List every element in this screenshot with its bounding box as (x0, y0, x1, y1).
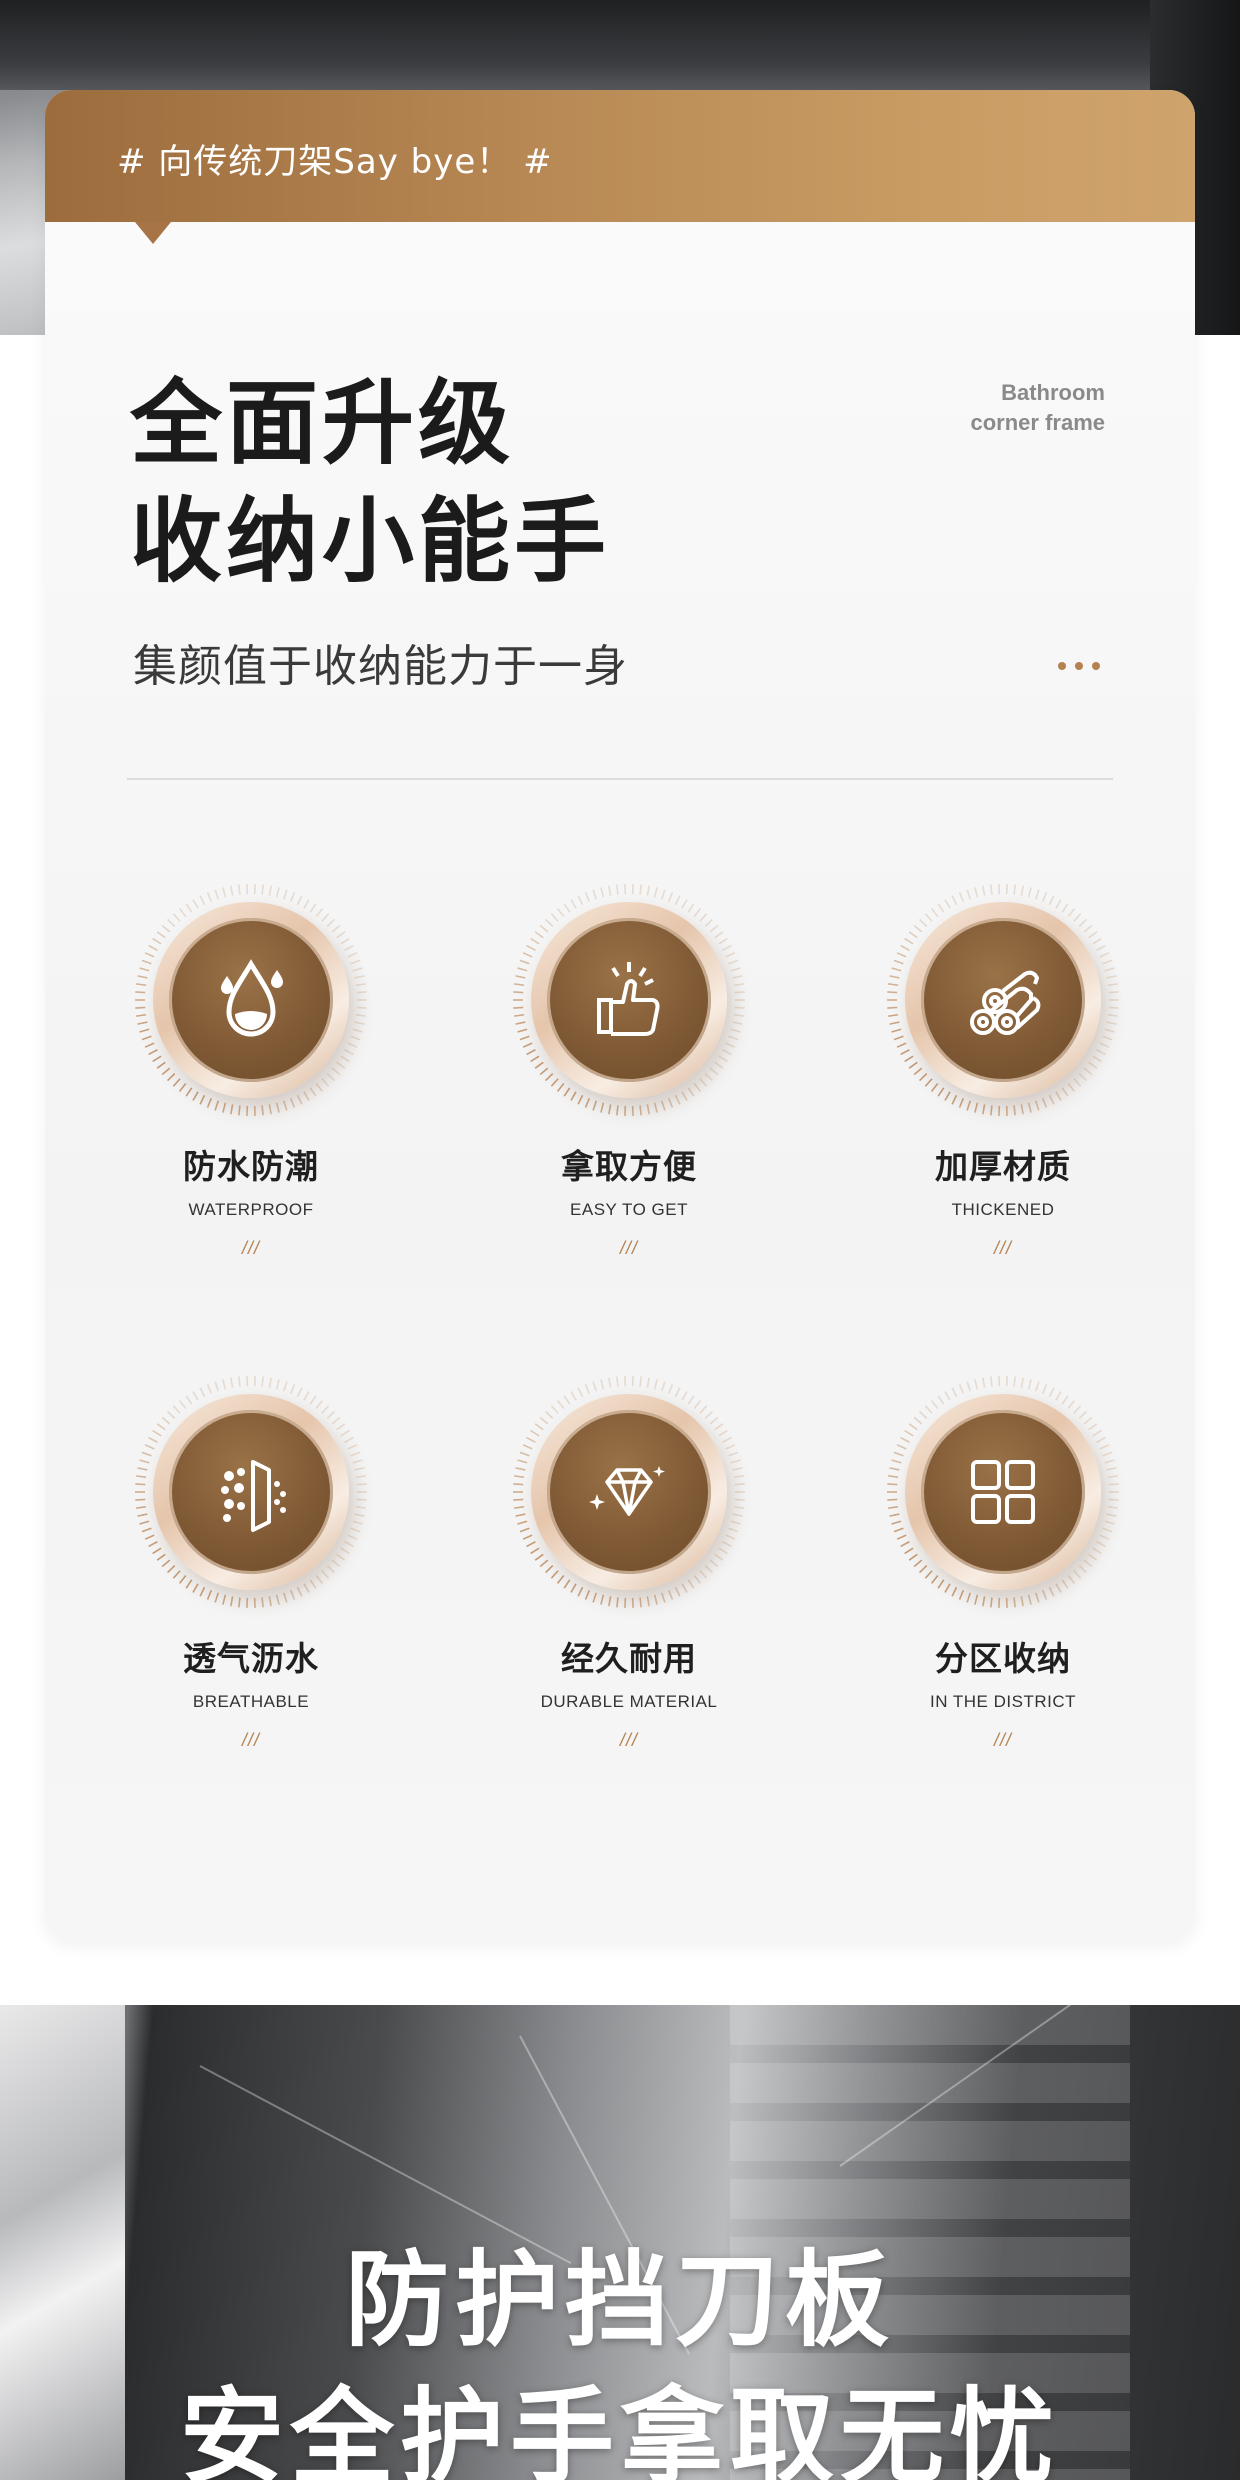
feature-subtitle: BREATHABLE (192, 1692, 310, 1711)
feature-title: 加厚材质 (935, 1147, 1071, 1186)
feature-title: 防水防潮 (183, 1147, 319, 1186)
diamond-icon (589, 1466, 665, 1516)
feature-easy-to-get: 拿取方便 EASY TO GET /// (479, 880, 779, 1259)
divider (127, 778, 1113, 780)
feature-subtitle: WATERPROOF (188, 1200, 314, 1219)
feature-subtitle: EASY TO GET (570, 1200, 688, 1219)
water-drop-icon (221, 959, 283, 1037)
medal (131, 880, 371, 1120)
feature-subtitle: THICKENED (951, 1200, 1055, 1219)
medal (883, 1372, 1123, 1612)
feature-mark: /// (241, 1238, 260, 1258)
medal (131, 1372, 371, 1612)
feature-waterproof: 防水防潮 WATERPROOF /// (101, 880, 401, 1259)
stacked-logs-icon (970, 970, 1041, 1035)
feature-mark: /// (619, 1238, 638, 1258)
card-header: # 向传统刀架Say bye！ # (45, 90, 1195, 222)
hero-english-caption: Bathroom corner frame (970, 378, 1105, 438)
ellipsis-dots (1058, 662, 1100, 670)
feature-title: 拿取方便 (561, 1147, 697, 1186)
feature-title: 经久耐用 (561, 1639, 697, 1678)
medal (509, 880, 749, 1120)
hero-title-line1: 全面升级 (130, 370, 515, 477)
english-line2: corner frame (970, 410, 1105, 435)
feature-district: 分区收纳 IN THE DISTRICT /// (853, 1372, 1153, 1751)
medal (883, 880, 1123, 1120)
feature-mark: /// (619, 1730, 638, 1750)
feature-mark: /// (993, 1238, 1012, 1258)
feature-mark: /// (241, 1730, 260, 1750)
feature-mark: /// (993, 1730, 1012, 1750)
feature-subtitle: IN THE DISTRICT (929, 1692, 1077, 1711)
banner-line1: 防护挡刀板 (344, 2239, 895, 2361)
feature-breathable: 透气沥水 BREATHABLE /// (101, 1372, 401, 1751)
english-line1: Bathroom (1001, 380, 1105, 405)
banner-line2: 安全护手拿取无忧 (179, 2376, 1060, 2480)
feature-durable: 经久耐用 DURABLE MATERIAL /// (479, 1372, 779, 1751)
thumbs-up-icon (597, 962, 660, 1036)
header-tag: # 向传统刀架Say bye！ # (117, 142, 553, 182)
medal (509, 1372, 749, 1612)
feature-thickened: 加厚材质 THICKENED /// (853, 880, 1153, 1259)
breathable-door-icon (221, 1460, 286, 1532)
grid-icon (971, 1460, 1035, 1524)
header-notch (135, 222, 171, 244)
feature-title: 分区收纳 (935, 1639, 1071, 1678)
feature-title: 透气沥水 (183, 1639, 319, 1678)
top-rail (0, 0, 1240, 90)
hero-title: 全面升级 收纳小能手 (130, 365, 610, 601)
hero-subtitle: 集颜值于收纳能力于一身 (133, 641, 628, 692)
feature-subtitle: DURABLE MATERIAL (540, 1692, 718, 1711)
hero-title-line2: 收纳小能手 (130, 488, 611, 595)
